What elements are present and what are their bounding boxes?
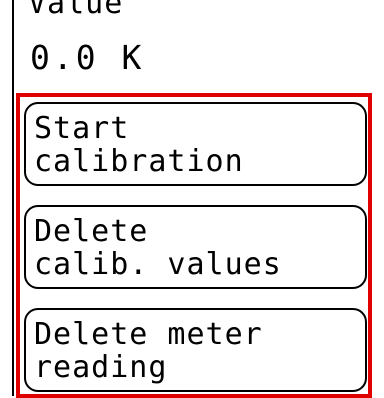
- button-label-line2: calibration: [34, 144, 244, 179]
- button-label-line1: Delete: [34, 214, 149, 249]
- button-label-line2: reading: [34, 350, 168, 385]
- button-label-line2: calib. values: [34, 247, 282, 282]
- screen-left-border: [12, 0, 14, 396]
- delete-meter-reading-button[interactable]: Delete meter reading: [24, 308, 367, 392]
- value-label: Value: [28, 0, 124, 21]
- button-label-line1: Start: [34, 111, 130, 146]
- delete-calib-values-button[interactable]: Delete calib. values: [24, 205, 367, 289]
- value-display: 0.0 K: [30, 38, 145, 77]
- button-label-line1: Delete meter: [34, 317, 263, 352]
- start-calibration-button[interactable]: Start calibration: [24, 102, 367, 186]
